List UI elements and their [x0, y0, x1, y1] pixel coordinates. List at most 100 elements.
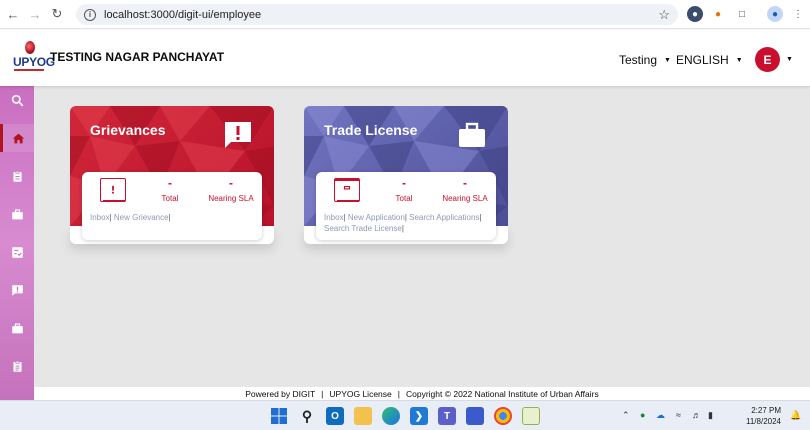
chevron-down-icon: ▼ — [735, 56, 743, 64]
total-value: - — [168, 176, 172, 190]
forward-icon[interactable]: → — [26, 5, 44, 23]
card-body: - Total - Nearing SLA Inbox| New Applica… — [316, 172, 496, 240]
user-avatar[interactable]: E — [755, 47, 780, 72]
teams-icon[interactable]: T — [438, 407, 456, 425]
logo-underline — [14, 69, 44, 71]
wifi-icon[interactable]: ≈ — [676, 410, 681, 420]
total-kpi[interactable]: - Total — [156, 176, 184, 203]
link-new-grievance[interactable]: New Grievance — [114, 213, 169, 222]
total-kpi[interactable]: - Total — [390, 176, 418, 203]
edge-icon[interactable] — [382, 407, 400, 425]
sidebar-briefcase-icon-2[interactable] — [0, 314, 34, 342]
address-bar[interactable]: i localhost:3000/digit-ui/employee ☆ — [76, 4, 678, 25]
outlook-icon[interactable]: O — [326, 407, 344, 425]
search-icon[interactable]: ⚲ — [298, 407, 316, 425]
sidebar-home-icon[interactable] — [0, 124, 34, 152]
extensions-puzzle-icon[interactable]: □ — [734, 6, 750, 22]
link-search-applications[interactable]: Search Applications — [409, 213, 479, 222]
link-separator: | — [479, 213, 482, 222]
link-inbox[interactable]: Inbox — [324, 213, 344, 222]
chevron-down-icon: ▼ — [664, 56, 671, 64]
main-content: Grievances - Total - Nearing SLA Inbox| … — [34, 86, 810, 387]
total-label: Total — [395, 194, 413, 203]
volume-icon[interactable]: ♬ — [692, 410, 701, 420]
back-icon[interactable]: ← — [4, 5, 22, 23]
app-cube-icon[interactable] — [466, 407, 484, 425]
sidebar-document-icon[interactable] — [0, 352, 34, 380]
url-text: localhost:3000/digit-ui/employee — [104, 8, 262, 21]
trade-license-card: Trade License - Total - Nearing SLA Inbo… — [304, 106, 508, 246]
clock[interactable]: 2:27 PM 11/8/2024 — [746, 405, 781, 427]
vscode-icon[interactable]: ❯ — [410, 407, 428, 425]
extension-globe-icon[interactable]: ● — [687, 6, 703, 22]
briefcase-icon — [459, 122, 485, 147]
sidebar-briefcase-icon[interactable] — [0, 200, 34, 228]
link-new-application[interactable]: New Application — [348, 213, 405, 222]
footer-separator: | — [397, 388, 400, 399]
profile-icon[interactable]: ● — [767, 6, 783, 22]
chevron-down-icon[interactable]: ▼ — [786, 56, 793, 63]
logo-emblem — [25, 41, 35, 54]
powered-by[interactable]: Powered by DIGIT — [245, 389, 315, 399]
org-name: TESTING NAGAR PANCHAYAT — [50, 50, 225, 64]
alert-icon — [100, 178, 126, 202]
city-dropdown[interactable]: Testing ▼ — [619, 53, 671, 67]
sidebar-clipboard-icon[interactable] — [0, 162, 34, 190]
app-header: UPYOG TESTING NAGAR PANCHAYAT Testing ▼ E… — [0, 30, 810, 86]
copyright-text: Copyright © 2022 National Institute of U… — [405, 388, 599, 399]
link-separator: | — [109, 213, 112, 222]
sla-label: Nearing SLA — [442, 194, 488, 203]
upyog-logo[interactable]: UPYOG — [13, 41, 55, 77]
card-links: Inbox| New Grievance| — [90, 212, 258, 223]
os-taskbar: ⚲ O ❯ T ⌃ ● ☁ ≈ ♬ ▮ 2:27 PM 11/8/2024 🔔 — [0, 400, 810, 430]
chrome-icon[interactable] — [494, 407, 512, 425]
briefcase-outline-icon — [334, 178, 360, 202]
sidebar-search-icon[interactable] — [0, 86, 34, 114]
city-label: Testing — [619, 53, 658, 67]
bookmark-star-icon[interactable]: ☆ — [658, 7, 670, 23]
link-search-trade-license[interactable]: Search Trade License — [324, 224, 402, 233]
card-title: Trade License — [324, 122, 418, 138]
browser-toolbar: ← → ↻ i localhost:3000/digit-ui/employee… — [0, 0, 810, 29]
sla-value: - — [229, 176, 233, 190]
tray-app-icon[interactable]: ● — [640, 410, 645, 420]
language-dropdown[interactable]: ENGLISH ▼ — [676, 53, 743, 67]
link-inbox[interactable]: Inbox — [90, 213, 110, 222]
sla-value: - — [463, 176, 467, 190]
link-separator: | — [168, 213, 171, 222]
link-separator: | — [404, 213, 407, 222]
clock-date: 11/8/2024 — [746, 417, 781, 426]
link-separator: | — [343, 213, 346, 222]
site-info-icon[interactable]: i — [84, 8, 96, 21]
total-label: Total — [161, 194, 179, 203]
reload-icon[interactable]: ↻ — [48, 5, 66, 23]
link-separator: | — [401, 224, 404, 233]
language-label: ENGLISH — [676, 53, 729, 67]
notepad-icon[interactable] — [522, 407, 540, 425]
footer-separator: | — [321, 388, 324, 399]
logo-text: UPYOG — [13, 55, 55, 69]
card-links: Inbox| New Application| Search Applicati… — [324, 212, 492, 234]
menu-dots-icon[interactable]: ⋮ — [790, 6, 806, 22]
chevron-up-icon[interactable]: ⌃ — [622, 410, 630, 421]
page-footer: Powered by DIGIT | UPYOG License | Copyr… — [34, 387, 810, 400]
sidebar — [0, 86, 34, 400]
alert-chat-icon — [225, 122, 251, 148]
nearing-sla-kpi[interactable]: - Nearing SLA — [204, 176, 258, 203]
file-explorer-icon[interactable] — [354, 407, 372, 425]
nearing-sla-kpi[interactable]: - Nearing SLA — [438, 176, 492, 203]
total-value: - — [402, 176, 406, 190]
clock-time: 2:27 PM — [751, 406, 781, 415]
sidebar-checklist-icon[interactable] — [0, 238, 34, 266]
notification-bell-icon[interactable]: 🔔 — [790, 410, 801, 421]
grievances-card: Grievances - Total - Nearing SLA Inbox| … — [70, 106, 274, 246]
license-link[interactable]: UPYOG License — [329, 389, 391, 399]
sidebar-alert-icon[interactable] — [0, 276, 34, 304]
card-title: Grievances — [90, 122, 166, 138]
sla-label: Nearing SLA — [208, 194, 254, 203]
start-icon[interactable] — [270, 407, 288, 425]
card-body: - Total - Nearing SLA Inbox| New Grievan… — [82, 172, 262, 240]
onedrive-icon[interactable]: ☁ — [656, 410, 665, 421]
extension-figure-icon[interactable]: ● — [710, 6, 726, 22]
battery-icon[interactable]: ▮ — [708, 410, 713, 421]
